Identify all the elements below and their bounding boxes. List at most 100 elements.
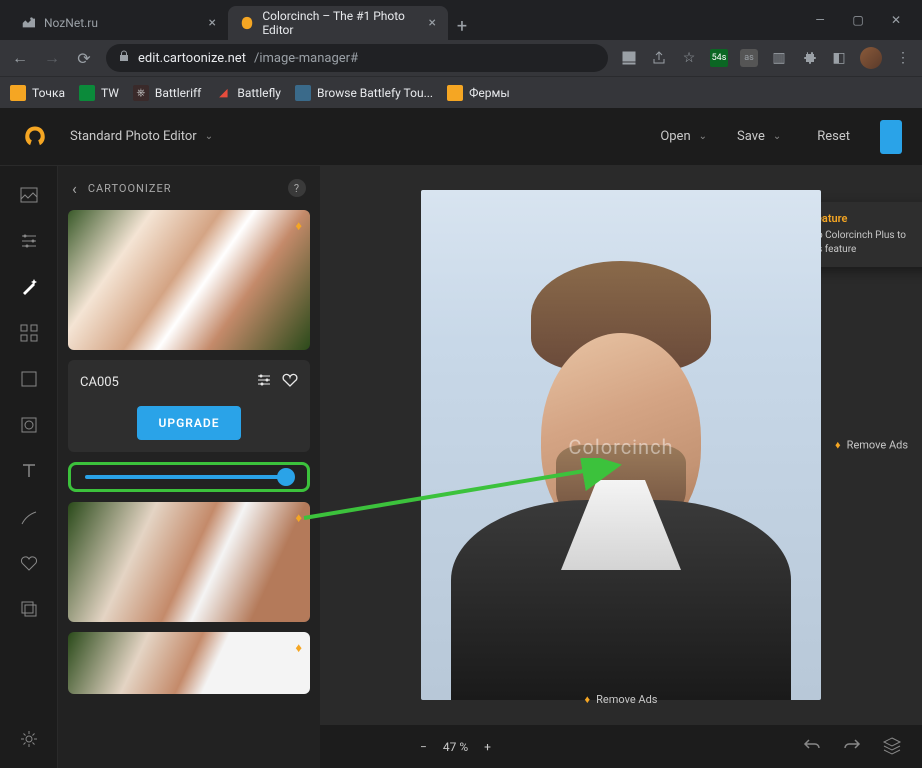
help-icon[interactable]: ? [288, 179, 306, 197]
slider-thumb[interactable] [277, 468, 295, 486]
tab-title: Colorcinch – The #1 Photo Editor [262, 9, 420, 37]
address-bar: ← → ⟳ edit.cartoonize.net/image-manager#… [0, 40, 922, 76]
app-header: Standard Photo Editor ⌄ Open⌄ Save⌄ Rese… [0, 108, 922, 166]
draw-tool[interactable] [10, 498, 48, 536]
undo-button[interactable] [802, 737, 822, 756]
url-host: edit.cartoonize.net [138, 51, 246, 66]
minimize-button[interactable]: ― [810, 10, 830, 30]
layers-icon[interactable] [882, 735, 902, 758]
crown-icon: ♦ [295, 218, 302, 234]
heart-icon[interactable] [282, 372, 298, 392]
close-icon[interactable]: × [209, 15, 216, 31]
crown-icon: ♦ [835, 439, 841, 452]
browser-tab[interactable]: NozNet.ru × [8, 6, 228, 40]
sliders-icon[interactable] [256, 372, 272, 392]
extension-badge[interactable]: 54s [710, 49, 728, 67]
extension-icon[interactable]: ▥ [770, 49, 788, 67]
bookmark-star-icon[interactable]: ☆ [680, 49, 698, 67]
crown-icon: ♦ [295, 510, 302, 526]
tab-favicon [240, 15, 254, 31]
text-tool[interactable] [10, 452, 48, 490]
chevron-down-icon: ⌄ [699, 131, 707, 142]
browser-tabs: NozNet.ru × Colorcinch – The #1 Photo Ed… [8, 0, 476, 40]
url-field[interactable]: edit.cartoonize.net/image-manager# [106, 44, 608, 72]
panel-title: CARTOONIZER [88, 182, 172, 195]
window-controls: ― ▢ ✕ [810, 10, 914, 30]
accent-strip [880, 120, 902, 154]
intensity-slider[interactable] [85, 475, 293, 479]
close-icon[interactable]: × [429, 15, 436, 31]
canvas-footer: − 47 % + [320, 724, 922, 768]
bookmark[interactable]: ⎈Battleriff [133, 85, 201, 101]
effect-label: CA005 [80, 375, 119, 390]
remove-ads-link[interactable]: ♦Remove Ads [835, 439, 908, 452]
image-tool[interactable] [10, 176, 48, 214]
effect-thumbnail[interactable]: ♦ [68, 632, 310, 694]
bookmark[interactable]: ◢Battlefly [215, 85, 281, 101]
reload-button[interactable]: ⟳ [74, 49, 94, 68]
intensity-slider-highlight [68, 462, 310, 492]
chevron-down-icon: ⌄ [205, 131, 213, 142]
favorites-tool[interactable] [10, 544, 48, 582]
editor-title-dropdown[interactable]: Standard Photo Editor ⌄ [70, 129, 213, 144]
save-button[interactable]: Save⌄ [737, 129, 781, 144]
lastfm-icon[interactable]: as [740, 49, 758, 67]
new-tab-button[interactable]: + [448, 12, 476, 40]
browser-tab[interactable]: Colorcinch – The #1 Photo Editor × [228, 6, 448, 40]
remove-ads-link[interactable]: ♦Remove Ads [585, 693, 658, 706]
close-button[interactable]: ✕ [886, 10, 906, 30]
install-icon[interactable] [620, 49, 638, 67]
effect-thumbnail[interactable]: ♦ [68, 502, 310, 622]
panel-header: ‹ CARTOONIZER ? [58, 166, 320, 210]
bookmarks-bar: Точка TW ⎈Battleriff ◢Battlefly Browse B… [0, 76, 922, 108]
menu-icon[interactable]: ⋮ [894, 49, 912, 67]
crown-icon: ♦ [295, 640, 302, 656]
canvas-main: ♦Plus Feature Upgrade to Colorcinch Plus… [320, 166, 922, 724]
effects-panel: ‹ CARTOONIZER ? ♦ CA005 UPGRADE [58, 166, 320, 768]
back-chevron-icon[interactable]: ‹ [72, 179, 78, 198]
canvas-area: ♦Plus Feature Upgrade to Colorcinch Plus… [320, 166, 922, 768]
forward-button[interactable]: → [42, 48, 62, 68]
app-container: Standard Photo Editor ⌄ Open⌄ Save⌄ Rese… [0, 108, 922, 768]
maximize-button[interactable]: ▢ [848, 10, 868, 30]
bookmark[interactable]: Browse Battlefy Tou... [295, 85, 433, 101]
zoom-level: 47 % [443, 740, 468, 754]
effects-list[interactable]: ♦ CA005 UPGRADE [58, 210, 320, 768]
back-button[interactable]: ← [10, 48, 30, 68]
tool-rail [0, 166, 58, 768]
url-path: /image-manager# [254, 51, 358, 66]
tab-favicon [20, 15, 36, 31]
zoom-in-button[interactable]: + [484, 740, 491, 754]
layers-tool[interactable] [10, 590, 48, 628]
mask-tool[interactable] [10, 360, 48, 398]
profile-avatar[interactable] [860, 47, 882, 69]
tab-title: NozNet.ru [44, 16, 98, 30]
open-button[interactable]: Open⌄ [660, 129, 707, 144]
bookmark[interactable]: TW [79, 85, 119, 101]
share-icon[interactable] [650, 49, 668, 67]
selected-effect-card: CA005 UPGRADE [68, 360, 310, 452]
upgrade-button[interactable]: UPGRADE [137, 406, 242, 440]
lock-icon [118, 50, 130, 66]
zoom-out-button[interactable]: − [420, 740, 427, 754]
redo-button[interactable] [842, 737, 862, 756]
reset-button[interactable]: Reset [817, 129, 850, 144]
addressbar-icons: ☆ 54s as ▥ ◧ ⋮ [620, 47, 912, 69]
bookmark[interactable]: Фермы [447, 85, 510, 101]
canvas-image[interactable]: Colorcinch [421, 190, 821, 700]
effects-tool[interactable] [10, 268, 48, 306]
side-panel-icon[interactable]: ◧ [830, 49, 848, 67]
watermark: Colorcinch [568, 435, 673, 459]
overlay-tool[interactable] [10, 314, 48, 352]
chevron-down-icon: ⌄ [773, 131, 781, 142]
crown-icon: ♦ [585, 693, 591, 706]
colorcinch-logo[interactable] [20, 122, 50, 152]
settings-tool[interactable] [10, 720, 48, 758]
bookmark[interactable]: Точка [10, 85, 65, 101]
extensions-puzzle-icon[interactable] [800, 49, 818, 67]
effect-thumbnail[interactable]: ♦ [68, 210, 310, 350]
browser-titlebar: NozNet.ru × Colorcinch – The #1 Photo Ed… [0, 0, 922, 40]
adjust-tool[interactable] [10, 222, 48, 260]
frame-tool[interactable] [10, 406, 48, 444]
app-body: ‹ CARTOONIZER ? ♦ CA005 UPGRADE [0, 166, 922, 768]
